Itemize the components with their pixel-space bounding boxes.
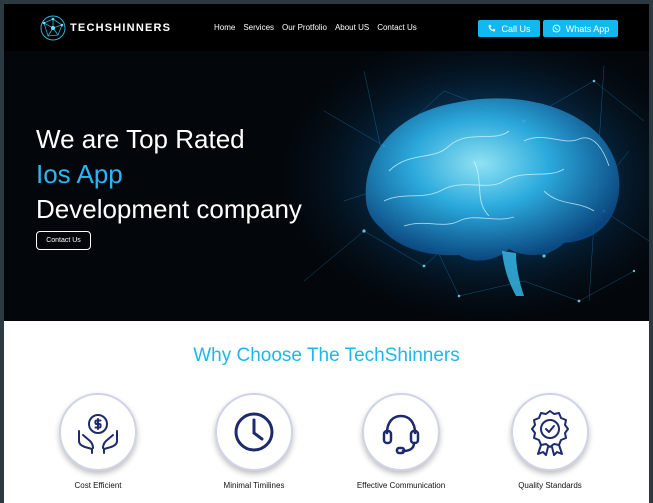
- whatsapp-icon: [552, 24, 561, 33]
- feature-effective-communication: Effective Communication: [356, 393, 446, 490]
- feature-quality-standards: Quality Standards: [505, 393, 595, 490]
- logo-icon[interactable]: [38, 13, 68, 43]
- page: TECHSHINNERS Home Services Our Protfolio…: [4, 4, 649, 503]
- quality-badge-icon: [531, 410, 569, 456]
- phone-icon: [489, 24, 496, 32]
- brand-name[interactable]: TECHSHINNERS: [70, 22, 171, 34]
- feature-icon-circle: [511, 393, 589, 471]
- call-us-button[interactable]: Call Us: [478, 20, 540, 37]
- feature-icon-circle: [215, 393, 293, 471]
- nav-about[interactable]: About US: [335, 23, 369, 32]
- feature-cost-efficient: Cost Efficient: [53, 393, 143, 490]
- nav-services[interactable]: Services: [243, 23, 274, 32]
- why-section-title: Why Choose The TechShinners: [193, 345, 460, 366]
- whatsapp-label: Whats App: [565, 23, 610, 34]
- headset-icon: [382, 414, 420, 455]
- nav-portfolio[interactable]: Our Protfolio: [282, 23, 327, 32]
- hero-banner: We are Top Rated Ios App Development com…: [4, 51, 649, 321]
- nav-home[interactable]: Home: [214, 23, 235, 32]
- feature-label: Cost Efficient: [74, 481, 122, 490]
- main-nav: Home Services Our Protfolio About US Con…: [214, 23, 417, 32]
- hero-heading-line3: Development company: [36, 194, 302, 224]
- clock-icon: [234, 412, 274, 452]
- money-hands-icon: [78, 414, 118, 454]
- feature-label: Quality Standards: [518, 481, 582, 490]
- feature-icon-circle: [362, 393, 440, 471]
- hero-contact-button[interactable]: Contact Us: [36, 231, 91, 250]
- call-us-label: Call Us: [501, 23, 531, 34]
- feature-label: Effective Communication: [356, 481, 446, 490]
- nav-contact[interactable]: Contact Us: [377, 23, 417, 32]
- whatsapp-button[interactable]: Whats App: [543, 20, 618, 37]
- site-header: TECHSHINNERS Home Services Our Protfolio…: [4, 4, 649, 51]
- hero-heading-line1: We are Top Rated: [36, 124, 245, 154]
- feature-label: Minimal Timilines: [223, 481, 285, 490]
- hero-heading-line2: Ios App: [36, 159, 123, 189]
- feature-minimal-timelines: Minimal Timilines: [209, 393, 299, 490]
- feature-icon-circle: [59, 393, 137, 471]
